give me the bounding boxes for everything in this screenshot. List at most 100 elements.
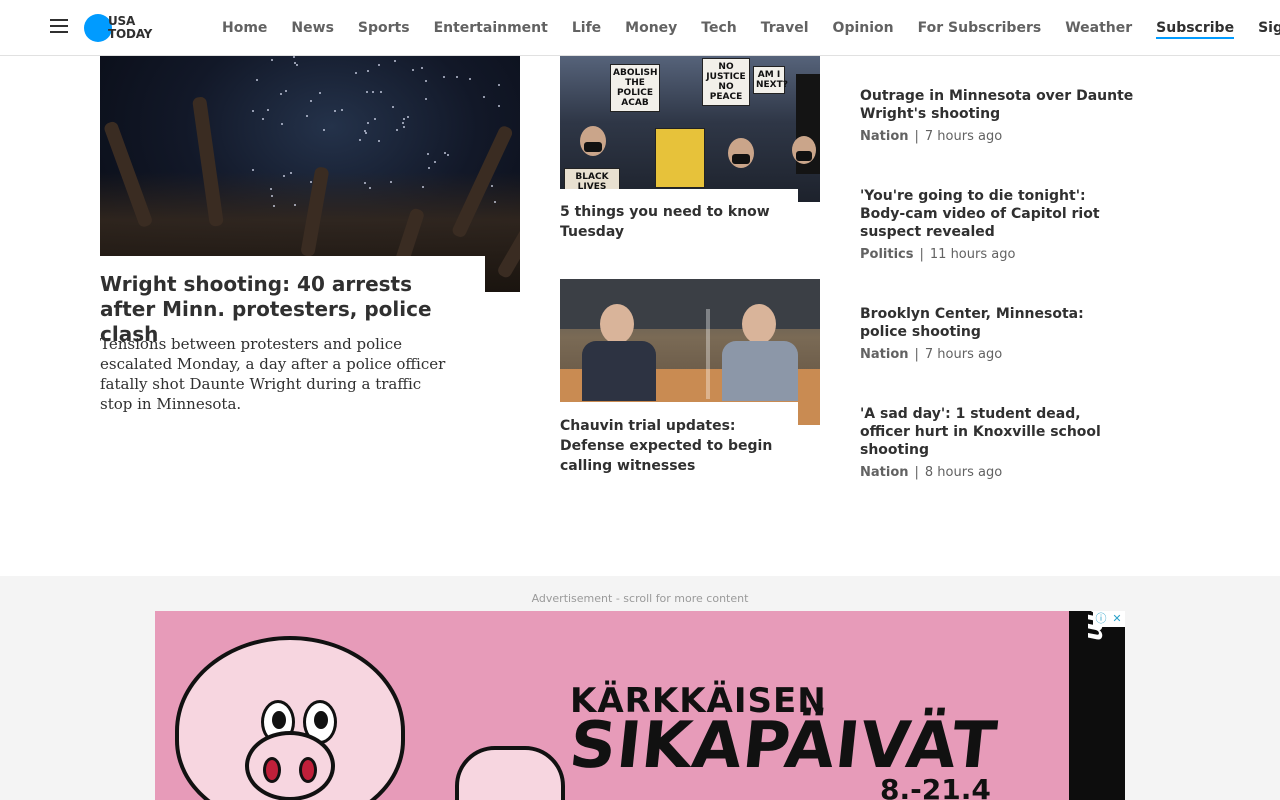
nav-life[interactable]: Life [560,20,613,36]
story-headline[interactable]: 5 things you need to know Tuesday [560,202,790,242]
nav-opinion[interactable]: Opinion [821,20,906,36]
subscribe-link[interactable]: Subscribe [1144,20,1246,39]
section-label[interactable]: Nation [860,465,909,480]
hamburger-menu-icon[interactable] [50,19,70,37]
sparkle [281,122,284,125]
sparkle [395,129,398,132]
nav-home[interactable]: Home [210,20,279,36]
nav-for-subscribers[interactable]: For Subscribers [906,20,1054,36]
pig-nostril [299,757,317,783]
list-item[interactable]: Brooklyn Center, Minnesota: police shoot… [860,305,1135,363]
sparkle [341,108,344,111]
story-meta: Nation | 7 hours ago [860,347,1135,363]
sparkle [309,100,312,103]
story-headline[interactable]: Brooklyn Center, Minnesota: police shoot… [860,305,1135,341]
pig-nostril [263,757,281,783]
sparkle [402,122,405,125]
sparkle [364,181,367,184]
sparkle [402,126,405,129]
ad-date-text: 8.-21.4 [880,773,991,800]
sparkle [289,171,292,174]
sparkle [354,72,357,75]
pig-thumbs-up-hand [455,746,565,800]
sparkle [389,180,392,183]
story-headline[interactable]: 'A sad day': 1 student dead, officer hur… [860,405,1135,459]
ad-headline-text: SIKAPÄIVÄT [566,709,1001,783]
defendant-face [742,304,776,344]
sparkle [273,204,276,207]
sparkle [282,174,285,177]
separator: | [914,347,919,362]
plexiglass-divider [706,309,710,399]
ad-side-strip: kkainen.com [1069,611,1125,800]
sparkle [251,109,254,112]
sparkle [412,68,415,71]
list-item[interactable]: Outrage in Minnesota over Daunte Wright'… [860,87,1135,145]
sparkle [392,105,395,108]
sparkle [266,109,269,112]
timestamp: 7 hours ago [924,129,1003,144]
site-header: USA TODAY Home News Sports Entertainment… [0,0,1280,56]
adchoices-icon[interactable]: ⓘ [1093,611,1109,627]
mask [732,154,750,164]
sparkle [318,91,321,94]
nav-tech[interactable]: Tech [689,20,748,36]
pig-pupil [314,711,328,729]
sparkle [365,90,368,93]
nav-news[interactable]: News [279,20,345,36]
sparkle [270,194,273,197]
story-headline[interactable]: 'You're going to die tonight': Body-cam … [860,187,1135,241]
sparkle [469,77,472,80]
sparkle [428,166,431,169]
story-photo-protest-signs[interactable]: ABOLISH THE POLICE ACAB NO JUSTICE NO PE… [560,56,820,202]
story-meta: Nation | 8 hours ago [860,465,1135,481]
sparkle [498,84,501,87]
story-meta: Nation | 7 hours ago [860,129,1135,145]
nav-travel[interactable]: Travel [749,20,821,36]
sparkle [498,104,501,107]
ad-banner[interactable]: KÄRKKÄISEN SIKAPÄIVÄT 8.-21.4 kkainen.co… [155,611,1125,800]
nav-entertainment[interactable]: Entertainment [422,20,560,36]
sparkle [359,138,361,141]
sparkle [256,79,259,82]
section-label[interactable]: Nation [860,129,909,144]
sparkle [262,117,265,120]
sparkle [305,115,308,118]
nav-weather[interactable]: Weather [1053,20,1144,36]
sparkle [443,75,446,78]
sparkle [295,63,298,66]
logo-text: USA TODAY [108,15,152,41]
sparkle [309,180,312,183]
sparkle [424,98,427,101]
sparkle [372,91,375,94]
story-headline[interactable]: Chauvin trial updates: Defense expected … [560,416,790,476]
sparkle [403,117,406,120]
timestamp: 7 hours ago [924,347,1003,362]
sparkle [455,76,458,79]
sparkle [271,59,274,62]
separator: | [919,247,924,262]
story-headline[interactable]: Outrage in Minnesota over Daunte Wright'… [860,87,1135,123]
sparkle [293,61,296,64]
sparkle [424,79,427,82]
sparkle [368,186,371,189]
sign-in-link[interactable]: Sign In [1246,20,1280,36]
sparkle [367,121,370,124]
list-item[interactable]: 'You're going to die tonight': Body-cam … [860,187,1135,263]
story-meta: Politics | 11 hours ago [860,247,1135,263]
separator: | [914,129,919,144]
section-label[interactable]: Politics [860,247,914,262]
section-label[interactable]: Nation [860,347,909,362]
nav-sports[interactable]: Sports [346,20,422,36]
ad-label: Advertisement - scroll for more content [531,592,749,605]
sparkle [365,131,368,134]
nav-money[interactable]: Money [613,20,689,36]
ad-container: Advertisement - scroll for more content … [0,576,1280,800]
subscribe-label: Subscribe [1156,20,1235,39]
pig-snout [245,731,335,800]
ad-close-icon[interactable]: ✕ [1109,611,1125,627]
hero-description: Tensions between protesters and police e… [100,335,446,413]
usa-today-logo[interactable]: USA TODAY [84,14,152,42]
list-item[interactable]: 'A sad day': 1 student dead, officer hur… [860,405,1135,481]
separator: | [914,465,919,480]
